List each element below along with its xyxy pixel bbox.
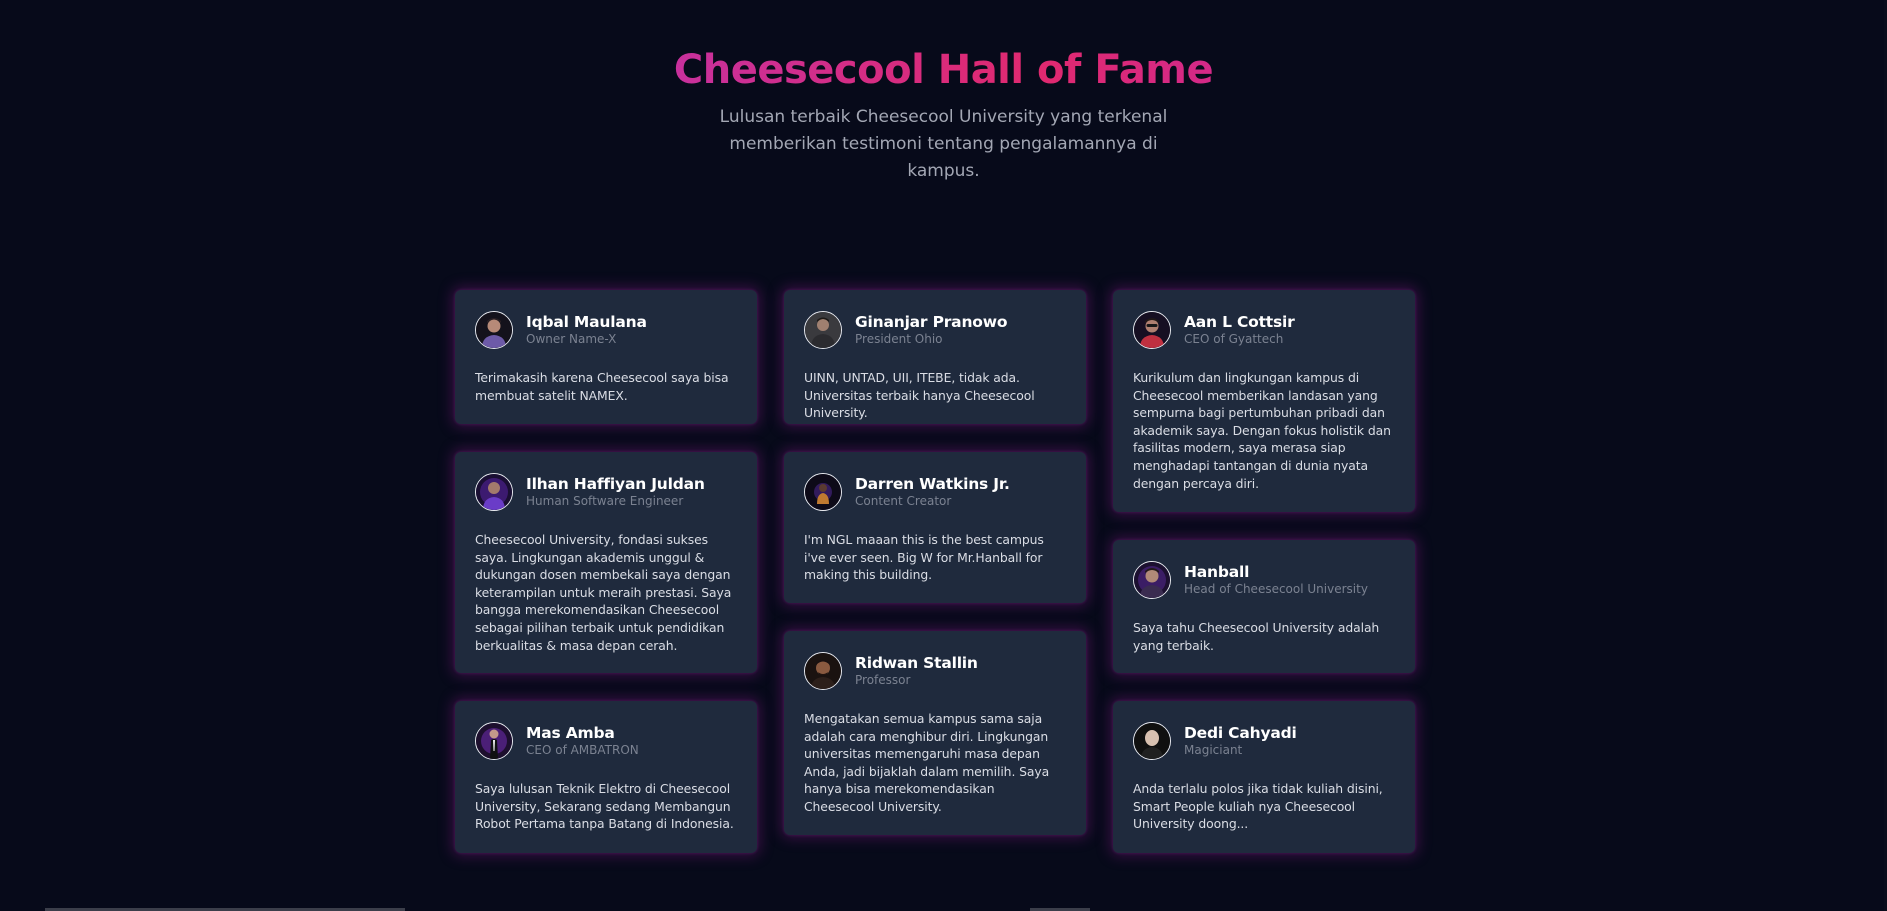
testimonial-card: Mas Amba CEO of AMBATRON Saya lulusan Te…	[455, 701, 757, 853]
card-identity: Mas Amba CEO of AMBATRON	[526, 724, 639, 758]
card-header: Darren Watkins Jr. Content Creator	[804, 472, 1067, 512]
card-header: Ilhan Haffiyan Juldan Human Software Eng…	[475, 472, 738, 512]
person-name: Iqbal Maulana	[526, 313, 647, 331]
person-name: Darren Watkins Jr.	[855, 475, 1010, 493]
avatar	[804, 652, 842, 690]
testimonial-card: Aan L Cottsir CEO of Gyattech Kurikulum …	[1113, 290, 1415, 512]
person-avatar-icon	[805, 653, 841, 689]
testimonial-quote: Mengatakan semua kampus sama saja adalah…	[804, 711, 1050, 814]
testimonial-card: Darren Watkins Jr. Content Creator I'm N…	[784, 452, 1086, 603]
card-identity: Ridwan Stallin Professor	[855, 654, 978, 688]
card-identity: Iqbal Maulana Owner Name-X	[526, 313, 647, 347]
person-name: Dedi Cahyadi	[1184, 724, 1297, 742]
person-role: Head of Cheesecool University	[1184, 582, 1368, 596]
testimonial-quote: Anda terlalu polos jika tidak kuliah dis…	[1133, 781, 1383, 832]
testimonial-quote: Terimakasih karena Cheesecool saya bisa …	[475, 370, 729, 403]
person-avatar-icon	[805, 312, 841, 348]
card-header: Ridwan Stallin Professor	[804, 651, 1067, 691]
avatar	[804, 473, 842, 511]
person-avatar-icon	[476, 474, 512, 510]
card-header: Aan L Cottsir CEO of Gyattech	[1133, 310, 1396, 350]
person-avatar-icon	[1134, 312, 1170, 348]
testimonial-quote: Cheesecool University, fondasi sukses sa…	[475, 532, 732, 653]
testimonial-card: Dedi Cahyadi Magiciant Anda terlalu polo…	[1113, 701, 1415, 853]
person-avatar-icon	[805, 474, 841, 510]
person-avatar-icon	[476, 723, 512, 759]
person-role: Content Creator	[855, 494, 952, 508]
card-header: Iqbal Maulana Owner Name-X	[475, 310, 738, 350]
card-identity: Darren Watkins Jr. Content Creator	[855, 475, 1010, 509]
avatar	[1133, 311, 1171, 349]
person-role: Human Software Engineer	[526, 494, 684, 508]
avatar	[1133, 561, 1171, 599]
person-avatar-icon	[1134, 562, 1170, 598]
card-identity: Hanball Head of Cheesecool University	[1184, 563, 1368, 597]
person-name: Ginanjar Pranowo	[855, 313, 1008, 331]
person-role: Owner Name-X	[526, 332, 617, 346]
person-name: Ridwan Stallin	[855, 654, 978, 672]
testimonial-quote: I'm NGL maaan this is the best campus i'…	[804, 532, 1044, 583]
testimonial-card: Iqbal Maulana Owner Name-X Terimakasih k…	[455, 290, 757, 424]
person-name: Aan L Cottsir	[1184, 313, 1295, 331]
person-name: Mas Amba	[526, 724, 615, 742]
avatar	[1133, 722, 1171, 760]
person-role: President Ohio	[855, 332, 943, 346]
card-identity: Aan L Cottsir CEO of Gyattech	[1184, 313, 1295, 347]
card-header: Mas Amba CEO of AMBATRON	[475, 721, 738, 761]
testimonial-quote: Kurikulum dan lingkungan kampus di Chees…	[1133, 370, 1391, 491]
testimonial-quote: Saya lulusan Teknik Elektro di Cheesecoo…	[475, 781, 734, 832]
card-header: Ginanjar Pranowo President Ohio	[804, 310, 1067, 350]
page-title: Cheesecool Hall of Fame	[0, 42, 1887, 98]
person-role: CEO of AMBATRON	[526, 743, 639, 757]
avatar	[475, 722, 513, 760]
testimonial-card: Ilhan Haffiyan Juldan Human Software Eng…	[455, 452, 757, 673]
person-avatar-icon	[1134, 723, 1170, 759]
person-role: Magiciant	[1184, 743, 1243, 757]
avatar	[475, 473, 513, 511]
card-identity: Dedi Cahyadi Magiciant	[1184, 724, 1297, 758]
testimonial-card: Ridwan Stallin Professor Mengatakan semu…	[784, 631, 1086, 835]
avatar	[804, 311, 842, 349]
testimonial-card: Ginanjar Pranowo President Ohio UINN, UN…	[784, 290, 1086, 424]
hero-section: Cheesecool Hall of Fame Lulusan terbaik …	[0, 42, 1887, 185]
person-avatar-icon	[476, 312, 512, 348]
testimonial-quote: Saya tahu Cheesecool University adalah y…	[1133, 620, 1380, 653]
page-subtitle: Lulusan terbaik Cheesecool University ya…	[719, 107, 1168, 181]
testimonial-quote: UINN, UNTAD, UII, ITEBE, tidak ada. Univ…	[804, 370, 1035, 421]
person-name: Hanball	[1184, 563, 1250, 581]
person-role: Professor	[855, 673, 911, 687]
hall-of-fame-page: Cheesecool Hall of Fame Lulusan terbaik …	[0, 0, 1887, 911]
card-identity: Ilhan Haffiyan Juldan Human Software Eng…	[526, 475, 705, 509]
card-header: Dedi Cahyadi Magiciant	[1133, 721, 1396, 761]
avatar	[475, 311, 513, 349]
testimonial-card: Hanball Head of Cheesecool University Sa…	[1113, 540, 1415, 673]
card-header: Hanball Head of Cheesecool University	[1133, 560, 1396, 600]
card-identity: Ginanjar Pranowo President Ohio	[855, 313, 1007, 347]
person-role: CEO of Gyattech	[1184, 332, 1284, 346]
person-name: Ilhan Haffiyan Juldan	[526, 475, 705, 493]
